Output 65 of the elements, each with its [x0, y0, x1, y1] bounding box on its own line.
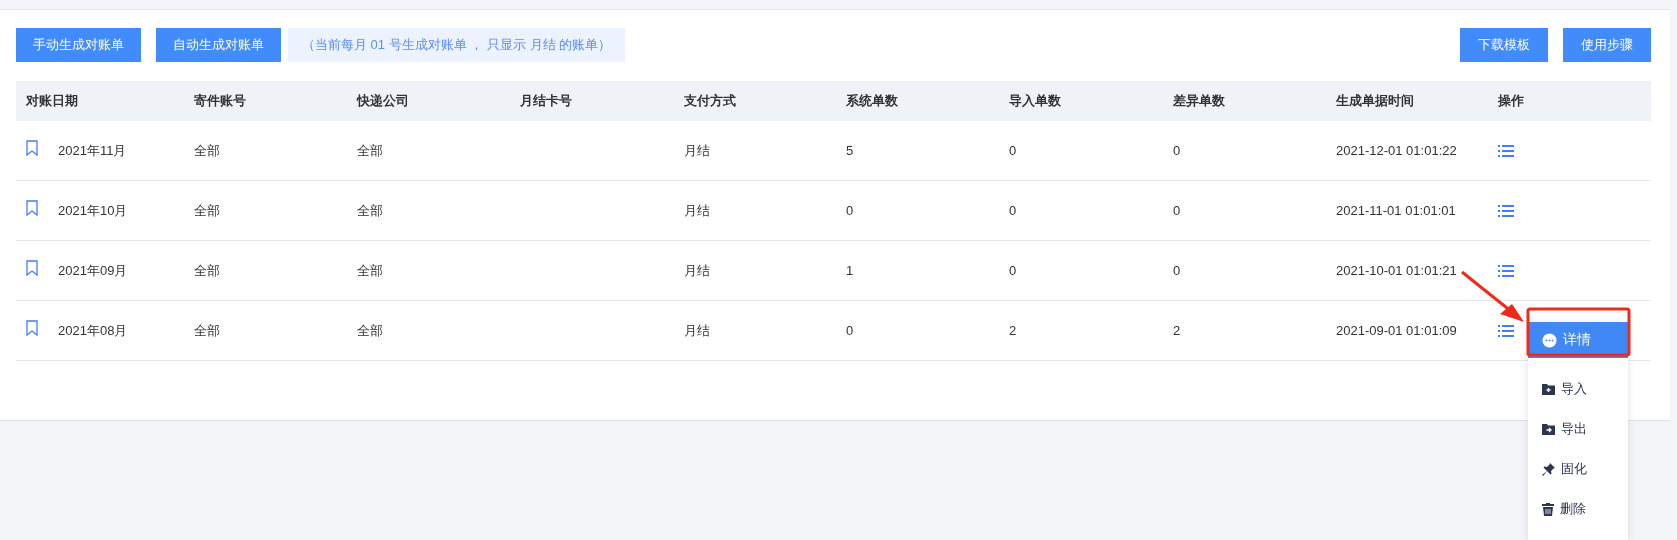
table-cell-text: 全部: [193, 261, 221, 280]
column-header: 系统单数: [845, 92, 899, 110]
trash-icon: [1542, 502, 1554, 516]
column-header: 对账日期: [25, 92, 79, 110]
table-cell-text: 5: [845, 143, 855, 158]
list-icon[interactable]: [1498, 323, 1514, 338]
table-cell-text: 0: [1172, 203, 1182, 218]
menu-item[interactable]: 导出: [1528, 410, 1628, 448]
info-note: （当前每月 01 号生成对账单 ， 只显示 月结 的账单）: [288, 28, 626, 62]
table-cell-text: 0: [1172, 263, 1182, 278]
table-cell-text: 2021-10-01 01:01:21: [1335, 263, 1458, 278]
column-header: 寄件账号: [193, 92, 247, 110]
table-cell-text: 2: [1172, 323, 1182, 338]
table-cell-text: 0: [1008, 263, 1018, 278]
column-header: 月结卡号: [519, 92, 573, 110]
table-cell-text: 全部: [356, 141, 384, 160]
bookmark-icon[interactable]: [26, 139, 38, 156]
menu-item[interactable]: 导入: [1528, 370, 1628, 408]
table-cell-text: 全部: [193, 141, 221, 160]
table-cell-text: 2021-11-01 01:01:01: [1335, 203, 1457, 218]
table-cell-text: 2021-09-01 01:01:09: [1335, 323, 1458, 338]
table-cell-text: 全部: [356, 321, 384, 340]
list-icon[interactable]: [1498, 263, 1514, 278]
table-cell-text: 月结: [683, 261, 711, 280]
table-cell-text: 全部: [193, 201, 221, 220]
table-cell-text: 2: [1008, 323, 1018, 338]
table-cell-text: 1: [845, 263, 855, 278]
table-cell-text: 全部: [356, 261, 384, 280]
table-cell-text: 全部: [193, 321, 221, 340]
list-icon[interactable]: [1498, 143, 1514, 158]
table-cell-text: 月结: [683, 201, 711, 220]
bookmark-icon[interactable]: [26, 319, 38, 336]
table-cell: 2021年10月: [58, 201, 128, 220]
table-cell-text: 0: [845, 203, 855, 218]
column-header: 差异单数: [1172, 92, 1226, 110]
action-button[interactable]: 使用步骤: [1563, 28, 1651, 62]
table-cell: 2021年11月: [58, 141, 127, 160]
column-header: 操作: [1497, 92, 1525, 110]
column-header: 快递公司: [355, 92, 410, 110]
more-icon: [1542, 332, 1557, 348]
folder-icon: [1542, 383, 1555, 395]
bookmark-icon[interactable]: [26, 199, 38, 216]
action-button[interactable]: 自动生成对账单: [156, 28, 281, 62]
pin-icon: [1542, 462, 1555, 476]
table-cell-text: 0: [845, 323, 855, 338]
folder-icon: [1542, 423, 1555, 435]
table-cell-text: 0: [1008, 143, 1018, 158]
column-header: 生成单据时间: [1335, 92, 1415, 110]
column-header: 导入单数: [1008, 92, 1062, 110]
table-cell: 2021年08月: [58, 321, 128, 340]
list-icon[interactable]: [1498, 203, 1514, 218]
table-cell: 2021年09月: [58, 261, 128, 280]
arrow: [1461, 270, 1524, 322]
column-header: 支付方式: [683, 92, 737, 110]
table-cell-text: 全部: [356, 201, 384, 220]
table-cell-text: 月结: [683, 321, 711, 340]
menu-item[interactable]: 删除: [1528, 490, 1628, 528]
action-button[interactable]: 下载模板: [1460, 28, 1548, 62]
table-cell-text: 0: [1008, 203, 1018, 218]
table-cell-text: 0: [1172, 143, 1182, 158]
menu-item[interactable]: 固化: [1528, 450, 1628, 488]
table-cell-text: 月结: [683, 141, 711, 160]
action-button[interactable]: 手动生成对账单: [16, 28, 141, 62]
bookmark-icon[interactable]: [26, 259, 38, 276]
table-cell-text: 2021-12-01 01:01:22: [1335, 143, 1458, 158]
